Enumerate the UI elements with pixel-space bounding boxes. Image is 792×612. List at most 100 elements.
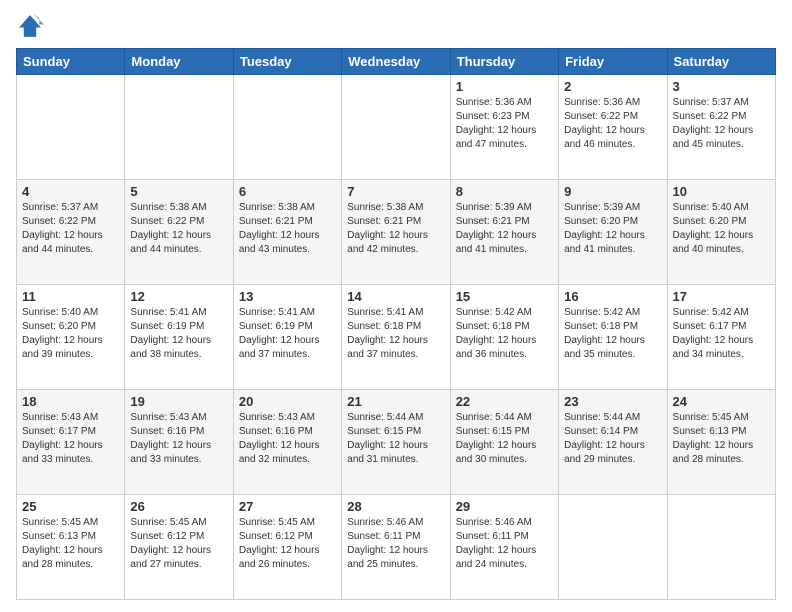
logo-icon (16, 12, 44, 40)
calendar-week-row: 11 Sunrise: 5:40 AM Sunset: 6:20 PM Dayli… (17, 285, 776, 390)
calendar-cell (342, 75, 450, 180)
day-number: 20 (239, 394, 336, 409)
calendar-cell: 27 Sunrise: 5:45 AM Sunset: 6:12 PM Dayli… (233, 495, 341, 600)
calendar-week-row: 1 Sunrise: 5:36 AM Sunset: 6:23 PM Daylig… (17, 75, 776, 180)
calendar-day-header: Wednesday (342, 49, 450, 75)
day-info: Sunrise: 5:38 AM Sunset: 6:22 PM Dayligh… (130, 201, 227, 257)
day-number: 1 (456, 79, 553, 94)
calendar-cell: 29 Sunrise: 5:46 AM Sunset: 6:11 PM Dayli… (450, 495, 558, 600)
calendar-cell: 8 Sunrise: 5:39 AM Sunset: 6:21 PM Daylig… (450, 180, 558, 285)
calendar-cell: 26Sunrise: 5:45 AM Sunset: 6:12 PM Dayli… (125, 495, 233, 600)
calendar-cell: 21 Sunrise: 5:44 AM Sunset: 6:15 PM Dayli… (342, 390, 450, 495)
day-number: 10 (673, 184, 770, 199)
day-number: 16 (564, 289, 661, 304)
day-info: Sunrise: 5:45 AM Sunset: 6:13 PM Dayligh… (22, 516, 119, 572)
calendar-cell: 5 Sunrise: 5:38 AM Sunset: 6:22 PM Daylig… (125, 180, 233, 285)
day-number: 13 (239, 289, 336, 304)
calendar-cell: 6 Sunrise: 5:38 AM Sunset: 6:21 PM Daylig… (233, 180, 341, 285)
calendar-day-header: Saturday (667, 49, 775, 75)
day-number: 14 (347, 289, 444, 304)
day-info: Sunrise: 5:40 AM Sunset: 6:20 PM Dayligh… (22, 306, 119, 362)
calendar-day-header: Sunday (17, 49, 125, 75)
day-info: Sunrise: 5:46 AM Sunset: 6:11 PM Dayligh… (347, 516, 444, 572)
day-number: 22 (456, 394, 553, 409)
day-info: Sunrise: 5:41 AM Sunset: 6:19 PM Dayligh… (130, 306, 227, 362)
calendar-week-row: 4 Sunrise: 5:37 AM Sunset: 6:22 PM Daylig… (17, 180, 776, 285)
day-number: 27 (239, 499, 336, 514)
day-number: 11 (22, 289, 119, 304)
day-info: Sunrise: 5:45 AM Sunset: 6:12 PM Dayligh… (239, 516, 336, 572)
calendar-cell: 22 Sunrise: 5:44 AM Sunset: 6:15 PM Dayli… (450, 390, 558, 495)
day-number: 5 (130, 184, 227, 199)
calendar-page: SundayMondayTuesdayWednesdayThursdayFrid… (0, 0, 792, 612)
day-info: Sunrise: 5:45 AM Sunset: 6:13 PM Dayligh… (673, 411, 770, 467)
day-number: 12 (130, 289, 227, 304)
calendar-day-header: Monday (125, 49, 233, 75)
calendar-cell: 10 Sunrise: 5:40 AM Sunset: 6:20 PM Dayli… (667, 180, 775, 285)
day-info: Sunrise: 5:43 AM Sunset: 6:16 PM Dayligh… (130, 411, 227, 467)
day-number: 28 (347, 499, 444, 514)
calendar-cell: 28 Sunrise: 5:46 AM Sunset: 6:11 PM Dayli… (342, 495, 450, 600)
day-number: 3 (673, 79, 770, 94)
day-number: 7 (347, 184, 444, 199)
day-number: 25 (22, 499, 119, 514)
day-number: 4 (22, 184, 119, 199)
day-number: 2 (564, 79, 661, 94)
day-info: Sunrise: 5:44 AM Sunset: 6:14 PM Dayligh… (564, 411, 661, 467)
calendar-cell: 15 Sunrise: 5:42 AM Sunset: 6:18 PM Dayli… (450, 285, 558, 390)
calendar-cell: 25 Sunrise: 5:45 AM Sunset: 6:13 PM Dayli… (17, 495, 125, 600)
calendar-cell: 12 Sunrise: 5:41 AM Sunset: 6:19 PM Dayli… (125, 285, 233, 390)
calendar-cell: 24Sunrise: 5:45 AM Sunset: 6:13 PM Dayli… (667, 390, 775, 495)
day-number: 6 (239, 184, 336, 199)
calendar-cell: 7 Sunrise: 5:38 AM Sunset: 6:21 PM Daylig… (342, 180, 450, 285)
calendar-cell: 16 Sunrise: 5:42 AM Sunset: 6:18 PM Dayli… (559, 285, 667, 390)
day-number: 8 (456, 184, 553, 199)
day-number: 17 (673, 289, 770, 304)
day-info: Sunrise: 5:42 AM Sunset: 6:18 PM Dayligh… (456, 306, 553, 362)
calendar-cell: 11 Sunrise: 5:40 AM Sunset: 6:20 PM Dayli… (17, 285, 125, 390)
calendar-cell: 9 Sunrise: 5:39 AM Sunset: 6:20 PM Daylig… (559, 180, 667, 285)
calendar-cell: 4 Sunrise: 5:37 AM Sunset: 6:22 PM Daylig… (17, 180, 125, 285)
calendar-day-header: Friday (559, 49, 667, 75)
calendar-day-header: Thursday (450, 49, 558, 75)
day-number: 15 (456, 289, 553, 304)
day-info: Sunrise: 5:42 AM Sunset: 6:18 PM Dayligh… (564, 306, 661, 362)
day-info: Sunrise: 5:44 AM Sunset: 6:15 PM Dayligh… (347, 411, 444, 467)
day-info: Sunrise: 5:46 AM Sunset: 6:11 PM Dayligh… (456, 516, 553, 572)
calendar-cell: 23 Sunrise: 5:44 AM Sunset: 6:14 PM Dayli… (559, 390, 667, 495)
day-info: Sunrise: 5:38 AM Sunset: 6:21 PM Dayligh… (347, 201, 444, 257)
day-info: Sunrise: 5:37 AM Sunset: 6:22 PM Dayligh… (22, 201, 119, 257)
calendar-day-header: Tuesday (233, 49, 341, 75)
calendar-header-row: SundayMondayTuesdayWednesdayThursdayFrid… (17, 49, 776, 75)
calendar-cell: 14 Sunrise: 5:41 AM Sunset: 6:18 PM Dayli… (342, 285, 450, 390)
day-info: Sunrise: 5:44 AM Sunset: 6:15 PM Dayligh… (456, 411, 553, 467)
day-number: 18 (22, 394, 119, 409)
day-info: Sunrise: 5:36 AM Sunset: 6:22 PM Dayligh… (564, 96, 661, 152)
calendar-week-row: 18Sunrise: 5:43 AM Sunset: 6:17 PM Dayli… (17, 390, 776, 495)
calendar-cell: 20 Sunrise: 5:43 AM Sunset: 6:16 PM Dayli… (233, 390, 341, 495)
day-info: Sunrise: 5:38 AM Sunset: 6:21 PM Dayligh… (239, 201, 336, 257)
day-info: Sunrise: 5:37 AM Sunset: 6:22 PM Dayligh… (673, 96, 770, 152)
calendar-cell: 17Sunrise: 5:42 AM Sunset: 6:17 PM Dayli… (667, 285, 775, 390)
day-number: 21 (347, 394, 444, 409)
day-info: Sunrise: 5:45 AM Sunset: 6:12 PM Dayligh… (130, 516, 227, 572)
day-number: 29 (456, 499, 553, 514)
calendar-cell (233, 75, 341, 180)
calendar-cell: 19 Sunrise: 5:43 AM Sunset: 6:16 PM Dayli… (125, 390, 233, 495)
day-number: 9 (564, 184, 661, 199)
calendar-week-row: 25 Sunrise: 5:45 AM Sunset: 6:13 PM Dayli… (17, 495, 776, 600)
day-number: 19 (130, 394, 227, 409)
calendar-cell: 1 Sunrise: 5:36 AM Sunset: 6:23 PM Daylig… (450, 75, 558, 180)
logo (16, 12, 48, 40)
day-info: Sunrise: 5:41 AM Sunset: 6:18 PM Dayligh… (347, 306, 444, 362)
calendar-cell: 3 Sunrise: 5:37 AM Sunset: 6:22 PM Daylig… (667, 75, 775, 180)
calendar-cell (125, 75, 233, 180)
day-info: Sunrise: 5:40 AM Sunset: 6:20 PM Dayligh… (673, 201, 770, 257)
day-info: Sunrise: 5:43 AM Sunset: 6:16 PM Dayligh… (239, 411, 336, 467)
calendar-cell: 2 Sunrise: 5:36 AM Sunset: 6:22 PM Daylig… (559, 75, 667, 180)
day-number: 23 (564, 394, 661, 409)
day-info: Sunrise: 5:41 AM Sunset: 6:19 PM Dayligh… (239, 306, 336, 362)
day-info: Sunrise: 5:39 AM Sunset: 6:20 PM Dayligh… (564, 201, 661, 257)
day-info: Sunrise: 5:39 AM Sunset: 6:21 PM Dayligh… (456, 201, 553, 257)
day-info: Sunrise: 5:36 AM Sunset: 6:23 PM Dayligh… (456, 96, 553, 152)
